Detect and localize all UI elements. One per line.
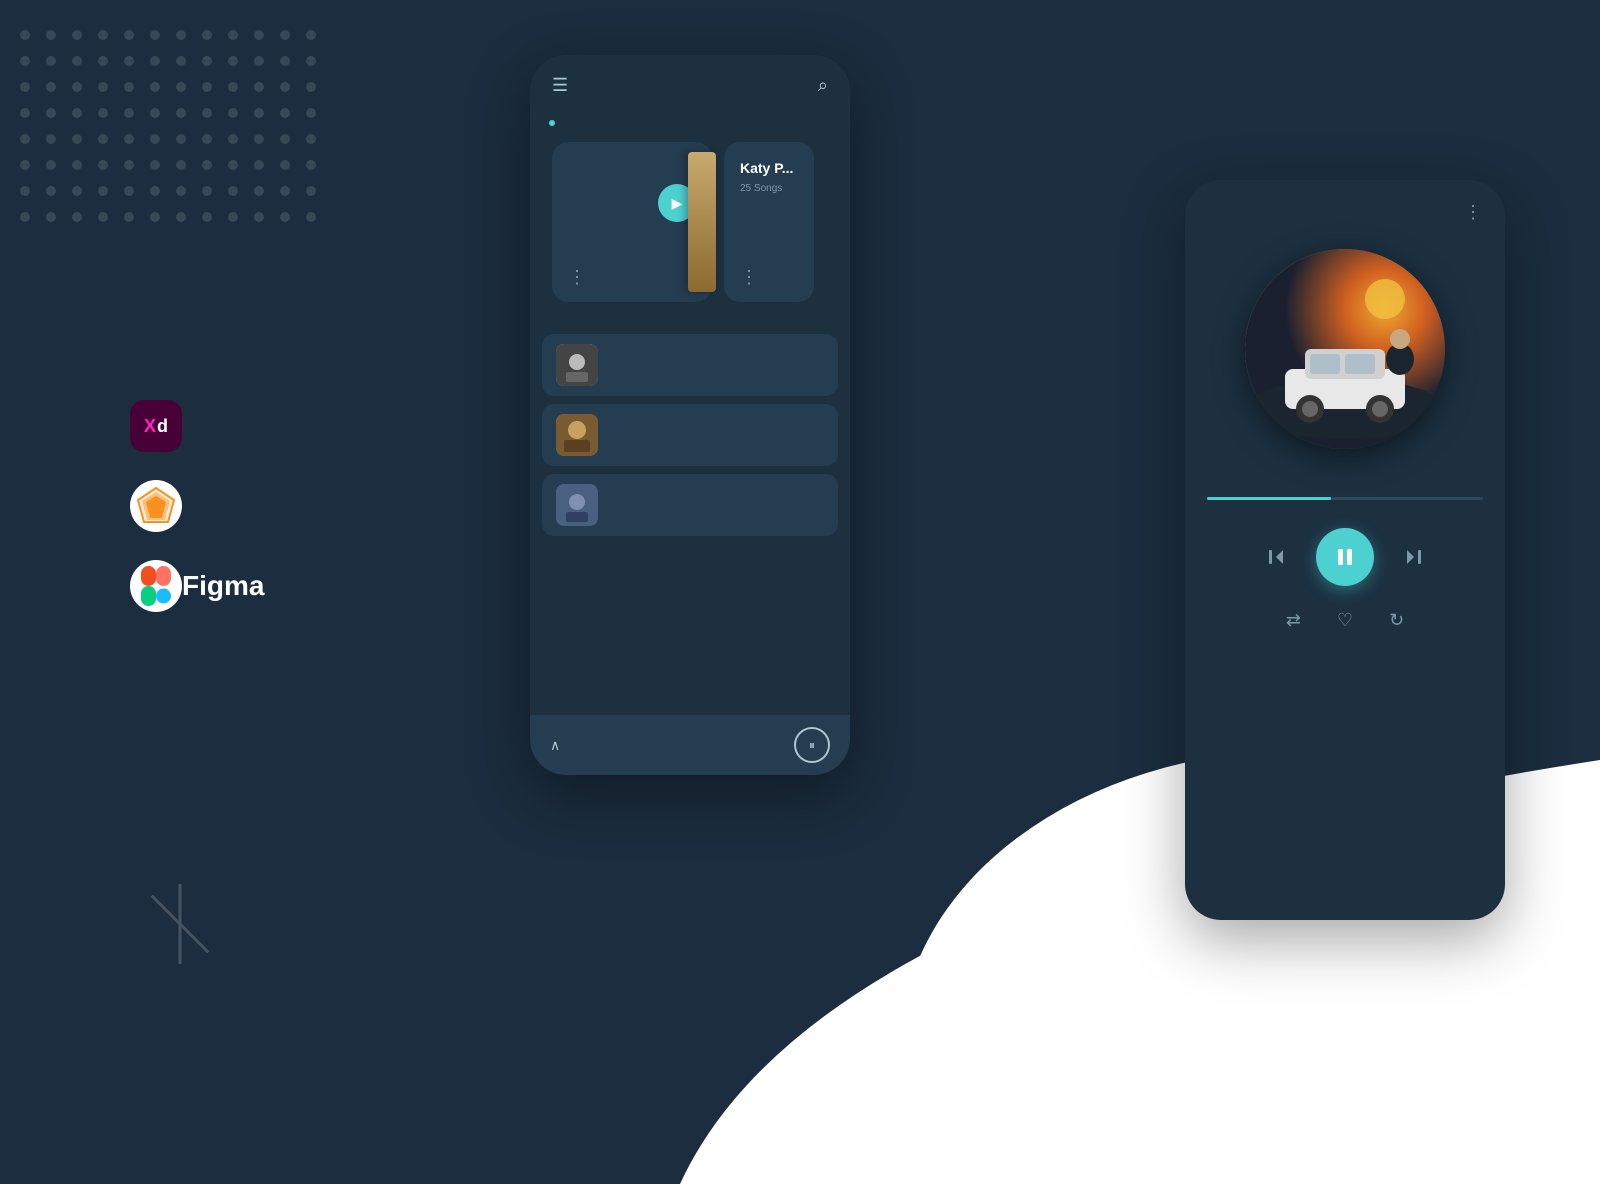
pause-main-button[interactable] (1316, 528, 1374, 586)
now-playing-header: ⋮ (1185, 180, 1505, 233)
album-art-container (1185, 233, 1505, 469)
song-thumb-something (556, 484, 598, 526)
album-more-katy[interactable]: ⋮ (740, 268, 760, 286)
expand-icon[interactable]: ∧ (550, 737, 560, 754)
tool-item-sketch (130, 480, 264, 532)
song-info-faded (610, 364, 824, 366)
time-row (1185, 506, 1505, 528)
song-info-something (610, 504, 824, 506)
song-list (530, 334, 850, 536)
phone-left-header: ☰ ⌕ (530, 55, 850, 106)
adobe-xd-icon: X d (130, 400, 182, 452)
progress-bar-bg[interactable] (1207, 497, 1483, 500)
song-thumb-closer (556, 414, 598, 456)
phone-left: ☰ ⌕ ⋮ ▶ Katy P... 25 Songs ⋮ (530, 55, 850, 775)
extra-controls: ⇄ ♡ ↻ (1185, 610, 1505, 631)
figma-label: Figma (182, 570, 264, 602)
album-art-circle (1245, 249, 1445, 449)
more-options-button[interactable]: ⋮ (1464, 202, 1483, 223)
album-card-taylor-swift[interactable]: ⋮ ▶ (552, 142, 712, 302)
dot-grid: const dg = document.querySelector('.dot-… (20, 30, 328, 234)
hamburger-icon[interactable]: ☰ (552, 75, 568, 96)
star-decoration (140, 884, 220, 964)
shuffle-button[interactable]: ⇄ (1286, 610, 1301, 631)
phone-right: ⋮ (1185, 180, 1505, 920)
playback-controls (1185, 528, 1505, 610)
repeat-button[interactable]: ↻ (1389, 610, 1404, 631)
song-thumb-faded (556, 344, 598, 386)
tool-item-figma: Figma (130, 560, 264, 612)
progress-bar-fill (1207, 497, 1331, 500)
song-item-something[interactable] (542, 474, 838, 536)
figma-icon (130, 560, 182, 612)
album-more-taylor[interactable]: ⋮ (568, 268, 588, 286)
album-cover-strip-taylor (688, 152, 716, 292)
playlist-tabs (530, 118, 850, 126)
song-info-closer (610, 434, 824, 436)
progress-section (1185, 497, 1505, 500)
now-playing-song-title (1185, 469, 1505, 473)
discover-title (530, 106, 850, 118)
album-songs-katy: 25 Songs (740, 183, 798, 194)
song-item-closer[interactable] (542, 404, 838, 466)
album-row: ⋮ ▶ Katy P... 25 Songs ⋮ (530, 142, 850, 302)
sketch-icon (130, 480, 182, 532)
recent-played-label (530, 322, 850, 334)
pause-button-bar[interactable]: ⏸ (794, 727, 830, 763)
album-card-katy-perry[interactable]: Katy P... 25 Songs ⋮ (724, 142, 814, 302)
now-playing-bar[interactable]: ∧ ⏸ (530, 715, 850, 775)
search-icon[interactable]: ⌕ (818, 75, 828, 96)
next-button[interactable] (1402, 545, 1426, 569)
favorite-button[interactable]: ♡ (1337, 610, 1353, 631)
left-content: X d Figm (130, 340, 264, 640)
album-title-katy: Katy P... (740, 160, 798, 177)
prev-button[interactable] (1264, 545, 1288, 569)
song-item-faded[interactable] (542, 334, 838, 396)
tool-item-xd: X d (130, 400, 264, 452)
